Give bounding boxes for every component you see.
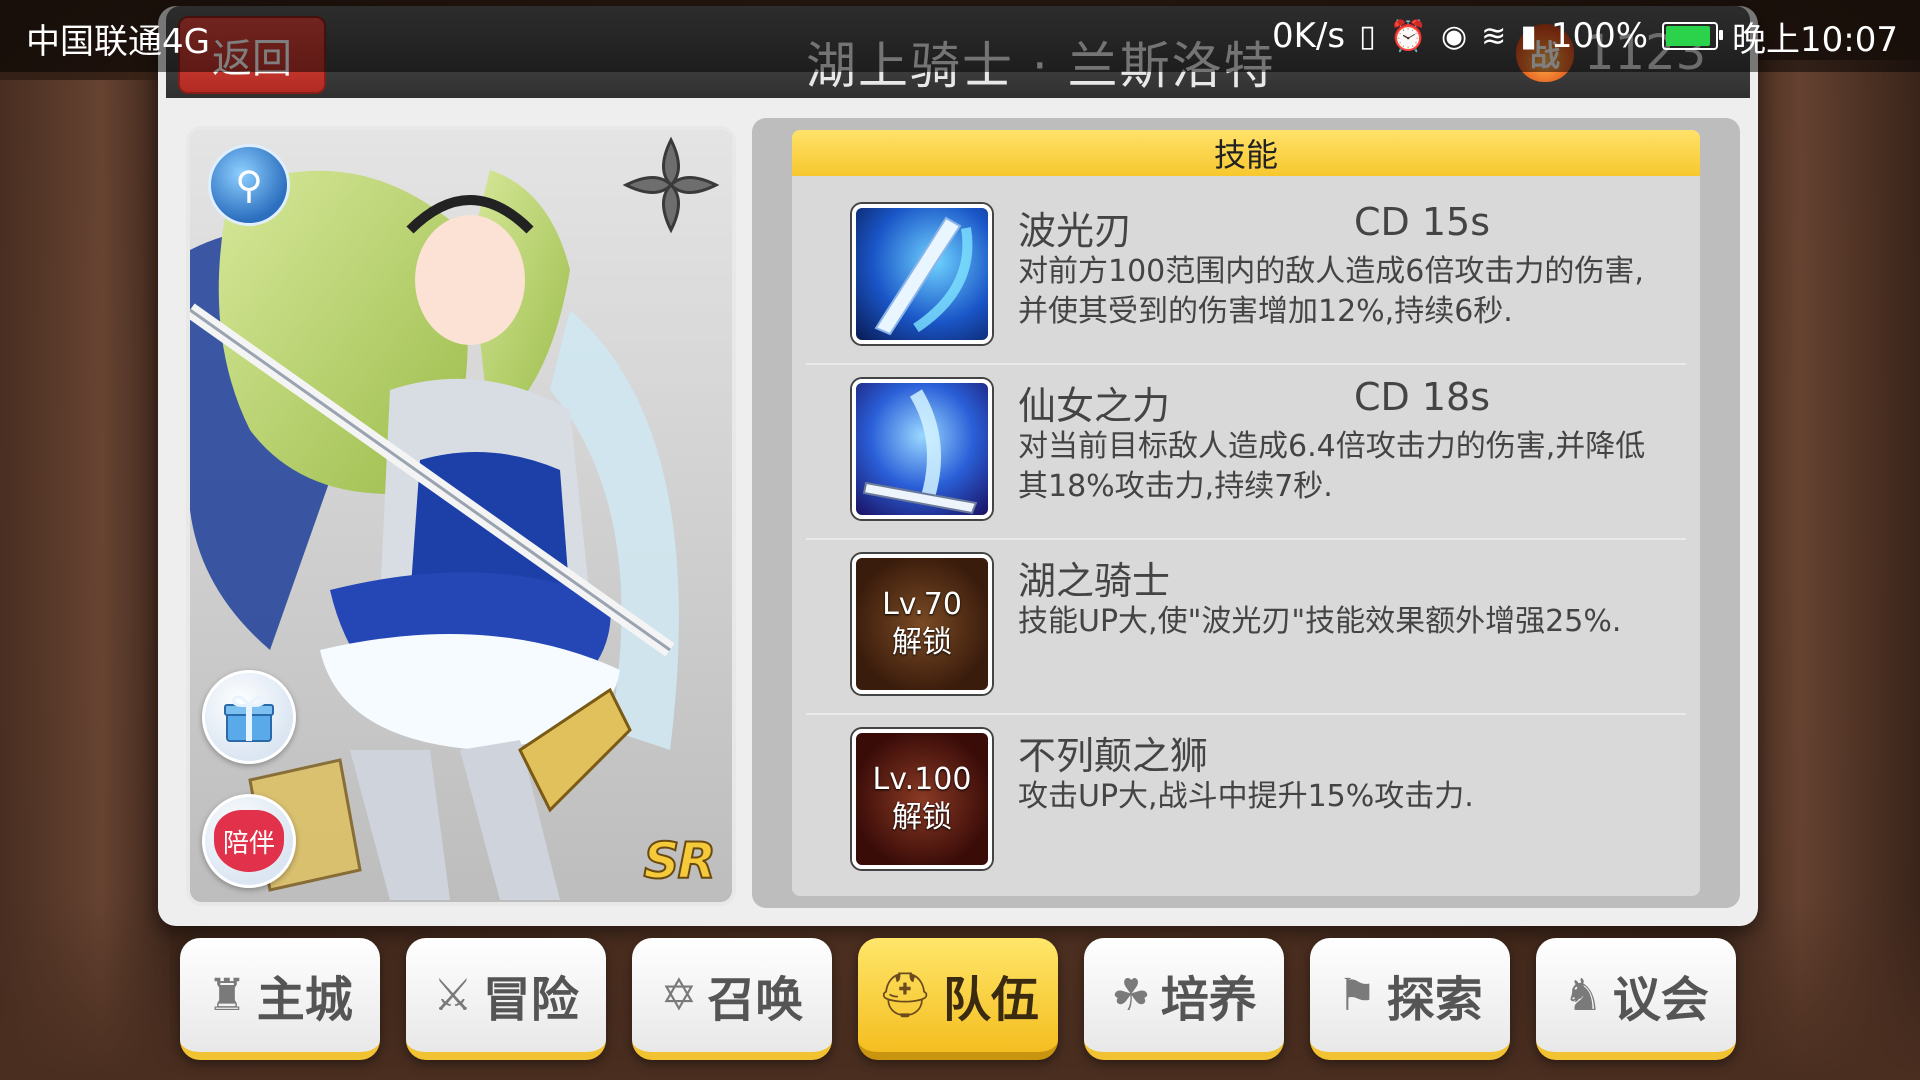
skill-name: 波光刃	[1018, 209, 1133, 253]
council-dragon-icon: ♞	[1563, 969, 1603, 1021]
unlock-label: 解锁	[892, 625, 952, 660]
unlock-level: Lv.70	[882, 587, 962, 622]
battery-icon	[1662, 22, 1724, 50]
locked-skill-icon: Lv.70 解锁	[852, 554, 992, 694]
clock: 晚上10:07	[1732, 19, 1898, 60]
skill-cooldown: CD 15s	[1354, 200, 1491, 244]
companion-button[interactable]: 陪伴	[202, 794, 296, 888]
skill-name: 仙女之力	[1018, 384, 1171, 428]
explore-icon: ⚑	[1337, 969, 1377, 1021]
carrier-label: 中国联通4G	[26, 22, 210, 62]
locked-skill-icon: Lv.100 解锁	[852, 729, 992, 869]
skill-description: 对前方100范围内的敌人造成6倍攻击力的伤害,并使其受到的伤害增加12%,持续6…	[1018, 254, 1644, 329]
nav-label: 培养	[1160, 972, 1257, 1028]
nav-button[interactable]: ☘ 培养	[1084, 938, 1284, 1060]
skill-row[interactable]: 波光刃 CD 15s 对前方100范围内的敌人造成6倍攻击力的伤害,并使其受到的…	[806, 190, 1686, 365]
nav-label: 队伍	[942, 972, 1039, 1028]
nav-button[interactable]: ⚔ 冒险	[406, 938, 606, 1060]
skill-row[interactable]: Lv.70 解锁 湖之骑士 技能UP大,使"波光刃"技能效果额外增强25%.	[806, 540, 1686, 715]
companion-heart-icon: 陪伴	[214, 810, 284, 872]
skills-heading: 技能	[792, 130, 1700, 176]
nav-label: 主城	[256, 972, 353, 1028]
status-icons: 0K/s ▯ ⏰ ◉ ≋ ▮ 100% 晚上10:07	[1272, 12, 1898, 60]
element-clover-icon	[622, 136, 720, 234]
skills-list: 波光刃 CD 15s 对前方100范围内的敌人造成6倍攻击力的伤害,并使其受到的…	[806, 190, 1686, 888]
alarm-icon: ⏰	[1389, 18, 1427, 54]
rarity-badge: SR	[642, 831, 716, 891]
training-icon: ☘	[1111, 969, 1151, 1021]
signal-icon: ▮	[1520, 18, 1537, 54]
crossed-swords-icon: ⚔	[433, 969, 473, 1021]
fairy-sword-icon	[852, 379, 992, 519]
nav-label: 议会	[1612, 972, 1709, 1028]
nav-label: 探索	[1386, 972, 1483, 1028]
character-detail-window: 返回 湖上骑士 · 兰斯洛特 战 1123	[158, 6, 1758, 926]
system-status-bar: 中国联通4G 0K/s ▯ ⏰ ◉ ≋ ▮ 100% 晚上10:07	[0, 0, 1920, 72]
skill-name: 不列颠之狮	[1018, 734, 1209, 778]
gift-button[interactable]	[202, 670, 296, 764]
sword-wave-icon	[852, 204, 992, 344]
skill-cooldown: CD 18s	[1354, 375, 1491, 419]
skill-description: 技能UP大,使"波光刃"技能效果额外增强25%.	[1018, 604, 1622, 639]
unlock-label: 解锁	[892, 800, 952, 835]
nav-button[interactable]: ⚑ 探索	[1310, 938, 1510, 1060]
eye-icon: ◉	[1440, 18, 1468, 54]
unlock-level: Lv.100	[872, 762, 972, 797]
skill-row[interactable]: Lv.100 解锁 不列颠之狮 攻击UP大,战斗中提升15%攻击力.	[806, 715, 1686, 888]
nav-label: 冒险	[482, 972, 579, 1028]
summon-hexagram-icon: ✡	[660, 969, 698, 1021]
character-card[interactable]: ⚲ 陪伴 SR	[186, 126, 736, 906]
class-lance-icon: ⚲	[208, 144, 290, 226]
skill-row[interactable]: 仙女之力 CD 18s 对当前目标敌人造成6.4倍攻击力的伤害,并降低其18%攻…	[806, 365, 1686, 540]
skills-panel: 技能 波光刃 CD 15s 对前方100范围内的敌人造成6倍攻击力的伤害,并使其…	[752, 118, 1740, 908]
battery-percent: 100%	[1550, 16, 1649, 56]
skill-description: 对当前目标敌人造成6.4倍攻击力的伤害,并降低其18%攻击力,持续7秒.	[1018, 429, 1646, 504]
character-portrait	[190, 130, 732, 902]
castle-icon: ♜	[207, 969, 247, 1021]
nav-label: 召唤	[707, 972, 804, 1028]
gift-icon	[224, 695, 274, 742]
skill-description: 攻击UP大,战斗中提升15%攻击力.	[1018, 779, 1474, 814]
nav-button[interactable]: ✡ 召唤	[632, 938, 832, 1060]
skill-name: 湖之骑士	[1018, 559, 1171, 603]
nav-button[interactable]: ♞ 议会	[1536, 938, 1736, 1060]
nav-button[interactable]: ⛑ 队伍	[858, 938, 1058, 1060]
wifi-icon: ≋	[1481, 18, 1507, 54]
bottom-navigation: ♜ 主城 ⚔ 冒险 ✡ 召唤 ⛑ 队伍 ☘ 培养 ⚑ 探索 ♞ 议会	[180, 938, 1740, 1068]
network-speed: 0K/s	[1271, 16, 1346, 56]
nav-button[interactable]: ♜ 主城	[180, 938, 380, 1060]
vibrate-icon: ▯	[1359, 18, 1376, 54]
skills-list-container[interactable]: 技能 波光刃 CD 15s 对前方100范围内的敌人造成6倍攻击力的伤害,并使其…	[792, 130, 1700, 896]
team-helmet-icon: ⛑	[877, 970, 933, 1021]
